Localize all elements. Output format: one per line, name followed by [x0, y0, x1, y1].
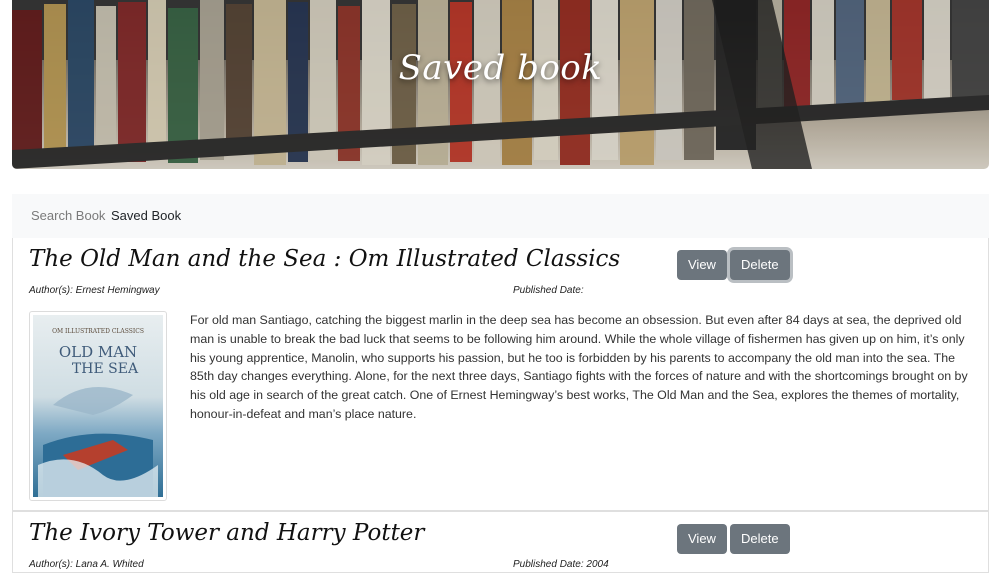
cover-series-text: OM ILLUSTRATED CLASSICS	[52, 328, 144, 335]
book-authors: Author(s): Ernest Hemingway	[29, 285, 160, 296]
cover-title-line1: OLD MAN	[59, 343, 137, 361]
nav-saved-book[interactable]: Saved Book	[111, 208, 181, 223]
nav-search-book[interactable]: Search Book	[31, 208, 105, 223]
view-button[interactable]: View	[677, 250, 727, 280]
book-card: The Old Man and the Sea : Om Illustrated…	[12, 238, 989, 511]
view-button[interactable]: View	[677, 524, 727, 554]
book-card: The Ivory Tower and Harry Potter View De…	[12, 511, 989, 573]
hero-banner: Saved book	[12, 0, 989, 169]
book-authors: Author(s): Lana A. Whited	[29, 559, 144, 570]
cover-title-line2: THE SEA	[72, 361, 139, 377]
book-cover-image: OM ILLUSTRATED CLASSICS OLD MAN THE SEA	[33, 315, 163, 497]
delete-button[interactable]: Delete	[730, 250, 790, 280]
book-title: The Ivory Tower and Harry Potter	[29, 520, 425, 546]
book-title: The Old Man and the Sea : Om Illustrated…	[29, 246, 621, 272]
delete-button[interactable]: Delete	[730, 524, 790, 554]
navbar: Search Book Saved Book	[12, 194, 989, 239]
page-title: Saved book	[398, 48, 603, 88]
book-cover-frame: OM ILLUSTRATED CLASSICS OLD MAN THE SEA	[29, 311, 167, 501]
book-published-date: Published Date: 2004	[513, 559, 609, 570]
book-published-date: Published Date:	[513, 285, 584, 296]
book-description: For old man Santiago, catching the bigge…	[190, 313, 968, 421]
